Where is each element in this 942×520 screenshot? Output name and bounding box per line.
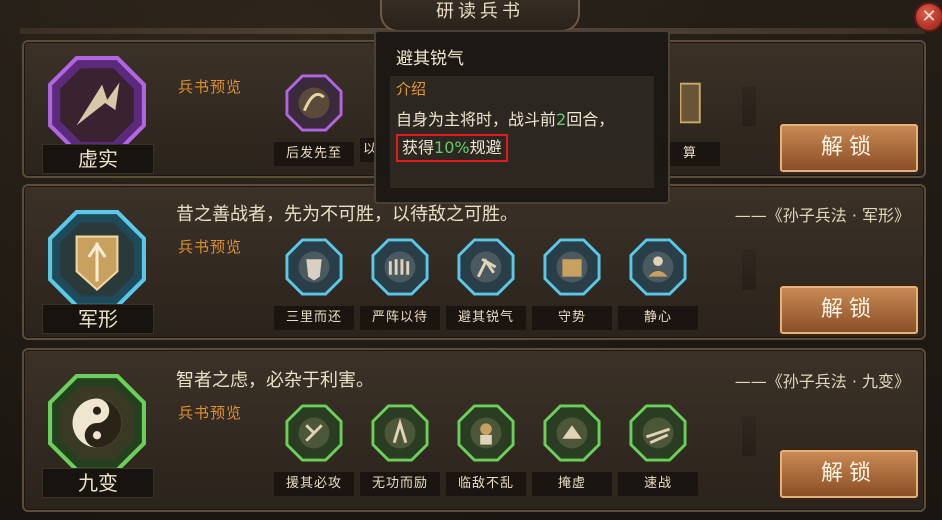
arc-arrow-icon: [285, 74, 343, 132]
tooltip-description: 自身为主将时，战斗前2回合， 获得10%规避: [396, 106, 652, 162]
skill-item[interactable]: 援其必攻: [274, 404, 354, 496]
preview-label: 兵书预览: [178, 238, 243, 256]
unlock-button[interactable]: 解锁: [780, 124, 918, 172]
skill-item[interactable]: 静心: [618, 238, 698, 330]
locked-slot: [742, 86, 756, 126]
tooltip-title: 避其锐气: [396, 49, 464, 69]
formation-icon: [371, 238, 429, 296]
close-icon: ✕: [921, 6, 937, 27]
calm-icon: [457, 404, 515, 462]
desc-text: 规避: [469, 138, 502, 157]
tooltip-section-label: 介绍: [396, 80, 427, 98]
preview-label: 兵书预览: [178, 404, 243, 422]
junxing-emblem-icon: [48, 210, 146, 308]
skill-name: 掩虚: [532, 472, 612, 496]
skill-item[interactable]: 严阵以待: [360, 238, 440, 330]
skill-item[interactable]: 后发先至: [274, 74, 354, 166]
xushi-emblem-icon: [48, 56, 146, 154]
skill-name: 无功而励: [360, 472, 440, 496]
skill-tooltip: 避其锐气 介绍 自身为主将时，战斗前2回合， 获得10%规避: [374, 30, 670, 204]
locked-slot: [742, 250, 756, 290]
guard-icon: [543, 238, 601, 296]
preview-label: 兵书预览: [178, 78, 243, 96]
shield-icon: [285, 238, 343, 296]
dodge-icon: [457, 238, 515, 296]
emblem-label: 军形: [42, 304, 154, 334]
skill-name: 避其锐气: [446, 306, 526, 330]
close-button[interactable]: ✕: [914, 2, 942, 32]
skill-name: 速战: [618, 472, 698, 496]
book-card-jiubian: 九变 智者之虑，必杂于利害。 ——《孙子兵法 · 九变》 兵书预览 援其必攻 无…: [22, 348, 926, 512]
skill-name: 援其必攻: [274, 472, 354, 496]
skill-item[interactable]: 临敌不乱: [446, 404, 526, 496]
skill-name: 守势: [532, 306, 612, 330]
window-title: 研读兵书: [380, 0, 580, 32]
unlock-button[interactable]: 解锁: [780, 286, 918, 334]
swift-icon: [629, 404, 687, 462]
desc-dodge-value: 10%: [434, 138, 470, 157]
emblem-label: 虚实: [42, 144, 154, 174]
tooltip-content: 介绍 自身为主将时，战斗前2回合， 获得10%规避: [390, 76, 654, 188]
skill-item[interactable]: 速战: [618, 404, 698, 496]
unlock-button[interactable]: 解锁: [780, 450, 918, 498]
skill-name: 静心: [618, 306, 698, 330]
meditate-icon: [629, 238, 687, 296]
skill-name: 三里而还: [274, 306, 354, 330]
jiubian-emblem-icon: [48, 374, 146, 472]
skill-item[interactable]: 三里而还: [274, 238, 354, 330]
locked-slot: [742, 416, 756, 456]
skill-item[interactable]: 无功而励: [360, 404, 440, 496]
book-source: ——《孙子兵法 · 九变》: [734, 372, 910, 391]
skill-name: 临敌不乱: [446, 472, 526, 496]
book-quote: 智者之虑，必杂于利害。: [176, 370, 374, 391]
highlight-box: 获得10%规避: [396, 134, 508, 162]
desc-text: 回合，: [566, 110, 615, 129]
rescue-icon: [285, 404, 343, 462]
abacus-icon: [679, 82, 701, 124]
emblem-label: 九变: [42, 468, 154, 498]
encourage-icon: [371, 404, 429, 462]
skill-item[interactable]: 守势: [532, 238, 612, 330]
desc-rounds: 2: [556, 110, 567, 129]
desc-text: 自身为主将时，战斗前: [396, 110, 557, 129]
skill-name: 严阵以待: [360, 306, 440, 330]
skill-item[interactable]: 掩虚: [532, 404, 612, 496]
book-source: ——《孙子兵法 · 军形》: [734, 206, 910, 225]
desc-text: 获得: [402, 138, 435, 157]
ambush-icon: [543, 404, 601, 462]
book-card-junxing: 军形 昔之善战者，先为不可胜，以待敌之可胜。 ——《孙子兵法 · 军形》 兵书预…: [22, 184, 926, 340]
skill-name: 后发先至: [274, 142, 354, 166]
skill-item[interactable]: 避其锐气: [446, 238, 526, 330]
